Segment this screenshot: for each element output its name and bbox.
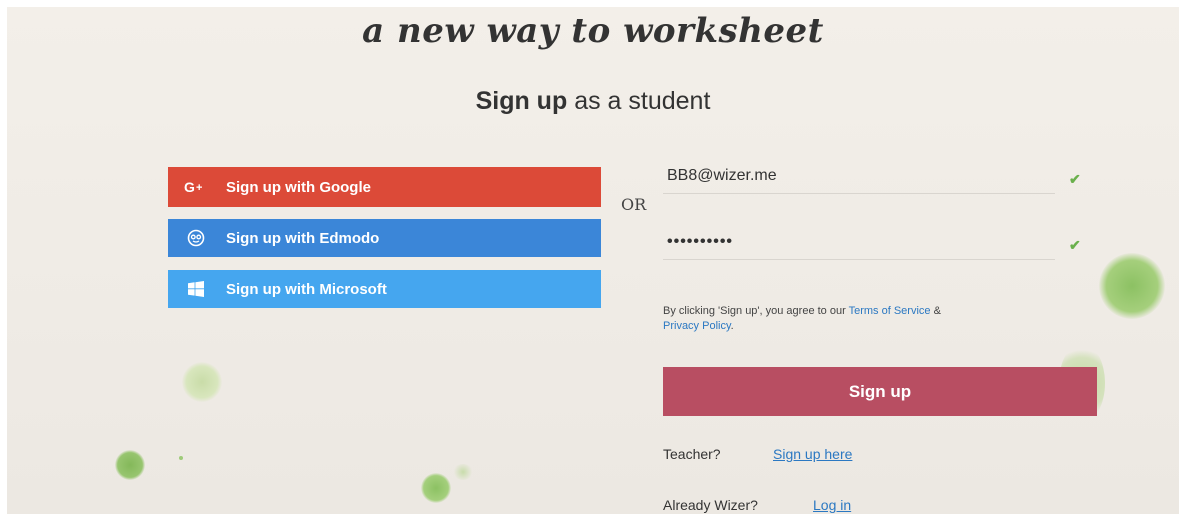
page-title: Sign up as a student [7,87,1179,116]
paint-splash-decoration [115,450,145,480]
terms-notice: By clicking 'Sign up', you agree to our … [663,304,953,334]
teacher-label: Teacher? [663,446,721,462]
privacy-policy-link[interactable]: Privacy Policy [663,320,731,332]
paint-splash-decoration [453,464,473,480]
check-icon: ✔ [1069,237,1081,253]
terms-of-service-link[interactable]: Terms of Service [849,305,931,317]
teacher-signup-link[interactable]: Sign up here [773,446,852,462]
tagline: a new way to worksheet [362,11,824,51]
google-signup-button[interactable]: G + Sign up with Google [168,167,601,207]
login-link[interactable]: Log in [813,497,851,513]
paint-splash-decoration [1099,253,1165,319]
edmodo-icon [182,229,210,247]
already-wizer-label: Already Wizer? [663,497,758,513]
svg-text:+: + [196,182,202,194]
check-icon: ✔ [1069,171,1081,187]
password-field[interactable] [663,233,1055,251]
windows-icon [182,281,210,297]
terms-amp: & [930,305,941,317]
or-divider: OR [621,195,647,214]
signup-button[interactable]: Sign up [663,367,1097,416]
signup-page: a new way to worksheet Sign up as a stud… [7,7,1179,514]
paint-splash-decoration [421,473,451,503]
page-title-bold: Sign up [475,87,568,115]
paint-splash-decoration [182,362,222,402]
terms-suffix: . [730,320,734,332]
paint-splash-decoration [179,456,183,460]
google-plus-icon: G + [182,179,210,195]
page-title-rest: as a student [574,87,711,115]
edmodo-signup-button[interactable]: Sign up with Edmodo [168,219,601,257]
email-field-wrapper [663,159,1055,194]
email-field[interactable] [663,167,1055,185]
terms-prefix: By clicking 'Sign up', you agree to our [663,305,849,317]
svg-text:G: G [184,179,195,195]
microsoft-signup-button[interactable]: Sign up with Microsoft [168,270,601,308]
edmodo-signup-label: Sign up with Edmodo [226,229,380,247]
google-signup-label: Sign up with Google [226,178,371,196]
password-field-wrapper [663,225,1055,260]
microsoft-signup-label: Sign up with Microsoft [226,280,387,298]
